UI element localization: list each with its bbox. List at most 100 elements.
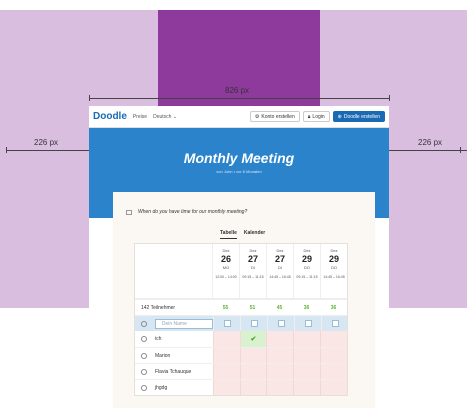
tab-table[interactable]: Tabelle [220,230,237,239]
login-label: Login [312,113,325,120]
dim-tick [89,95,90,101]
person-icon [141,336,147,342]
checkmark-icon: ✔ [250,336,257,343]
date-weekday: DO [331,265,337,270]
participant-cell: ich [135,336,213,342]
date-time: 09:15 – 11:15 [242,275,264,279]
width-label: 826 px [225,86,250,95]
doodle-logo[interactable]: Doodle [93,111,127,122]
poll-subtitle: von John • vor 6 Monaten [216,169,262,174]
left-margin-line [6,150,89,151]
participant-vote-cell [320,348,348,363]
create-doodle-button[interactable]: ⊕ Doodle erstellen [332,111,385,122]
top-navbar: Doodle Preise Deutsch ⌄ ⚙ Konto erstellen… [89,106,389,128]
date-weekday: MO [222,265,230,270]
participant-vote-cell [266,331,294,347]
vote-cell [321,316,348,331]
date-header-row: Dez 26 MO 12:00 – 14:00 Dez 27 DI 09:15 – 11:15… [135,244,347,299]
participant-vote-cell [293,348,321,363]
vote-count: 51 [249,304,256,311]
vote-checkbox[interactable] [250,320,258,327]
poll-table: Dez 26 MO 12:00 – 14:00 Dez 27 DI 09:15 – 11:15… [134,243,348,396]
date-columns: Dez 26 MO 12:00 – 14:00 Dez 27 DI 09:15 – 11:15… [212,244,347,298]
participant-vote-cell [293,364,321,379]
date-month: Dez [222,248,230,253]
mockup-stage: 826 px 226 px 226 px Doodle Preise Deuts… [0,0,467,408]
nav-prices-link[interactable]: Preise [133,114,147,120]
participant-row: Flavia Tchauque [135,363,348,379]
participant-vote-cell [212,348,240,363]
dim-tick [389,95,390,101]
date-time: 14:45 – 16:45 [269,275,291,279]
date-column: Dez 26 MO 12:00 – 14:00 [212,244,239,298]
width-dimension-line [89,98,389,99]
login-button[interactable]: 🔒︎ Login [302,111,330,122]
date-month: Dez [276,248,284,253]
date-day: 27 [274,254,285,264]
date-column: Dez 29 DO 09:15 – 11:15 [293,244,320,298]
view-tabs: Tabelle Kalender [220,230,272,239]
participant-vote-cell [320,331,348,347]
date-month: Dez [330,248,338,253]
participant-vote-cell [266,380,294,395]
date-day: 29 [301,254,312,264]
right-margin-label: 226 px [418,138,443,147]
date-header-spacer [135,244,212,298]
name-input-cell: Dein Name [135,318,213,329]
participant-name: jhgdg [155,384,168,391]
poll-question-text: When do you have time for our monthly me… [138,209,248,215]
participant-cell: Flavia Tchauque [135,368,213,375]
date-column: Dez 27 DI 09:15 – 11:15 [239,244,266,298]
participant-cell: Marion [135,352,213,359]
create-doodle-label: Doodle erstellen [343,113,380,120]
lock-icon: 🔒︎ [307,113,311,120]
dim-tick [460,147,461,153]
participant-vote-cell [266,348,294,363]
participant-name: Marion [155,352,171,359]
date-weekday: DO [304,265,310,270]
date-time: 14:45 – 16:45 [323,275,345,279]
left-margin-label: 226 px [34,138,59,147]
name-input-row: Dein Name [135,315,347,331]
poll-question: When do you have time for our monthly me… [126,209,247,215]
comment-icon [126,209,132,215]
vote-checkbox[interactable] [223,320,231,327]
vote-checkbox[interactable] [277,320,285,327]
vote-cell [267,316,294,331]
vote-checkbox[interactable] [331,320,339,327]
center-band [158,10,320,116]
dim-tick [6,147,7,153]
participant-row: ich ✔ [135,331,348,347]
date-month: Dez [249,248,257,253]
right-margin-line [389,150,467,151]
vote-cell [294,316,321,331]
vote-checkbox[interactable] [304,320,312,327]
person-icon [141,384,147,391]
participant-row: jhgdg [135,379,348,395]
poll-title: Monthly Meeting [183,150,295,166]
vote-count: 36 [330,304,337,311]
participant-vote-cell: ✔ [239,331,267,347]
date-weekday: DI [278,265,282,270]
participant-vote-cell [293,331,321,347]
person-icon [141,320,147,327]
participant-cell: jhgdg [135,384,213,391]
plus-icon: ⊕ [337,113,342,120]
participant-vote-cell [239,380,267,395]
participant-vote-cell [212,364,240,379]
vote-cell [240,316,267,331]
participant-vote-cell [212,331,240,347]
language-select[interactable]: Deutsch ⌄ [153,114,177,120]
count-cells: 55 51 45 36 36 [212,300,347,315]
vote-cell [213,316,240,331]
participant-vote-cell [212,380,240,395]
person-icon [141,352,147,359]
name-input[interactable]: Dein Name [154,318,213,329]
date-column: Dez 27 DI 14:45 – 16:45 [266,244,293,298]
participants-label: 142 Teilnehmer [141,304,176,311]
poll-card: When do you have time for our monthly me… [113,192,375,408]
vote-count: 45 [276,304,283,311]
vote-count: 36 [303,304,310,311]
tab-calendar[interactable]: Kalender [244,230,265,239]
create-account-button[interactable]: ⚙ Konto erstellen [249,111,300,122]
